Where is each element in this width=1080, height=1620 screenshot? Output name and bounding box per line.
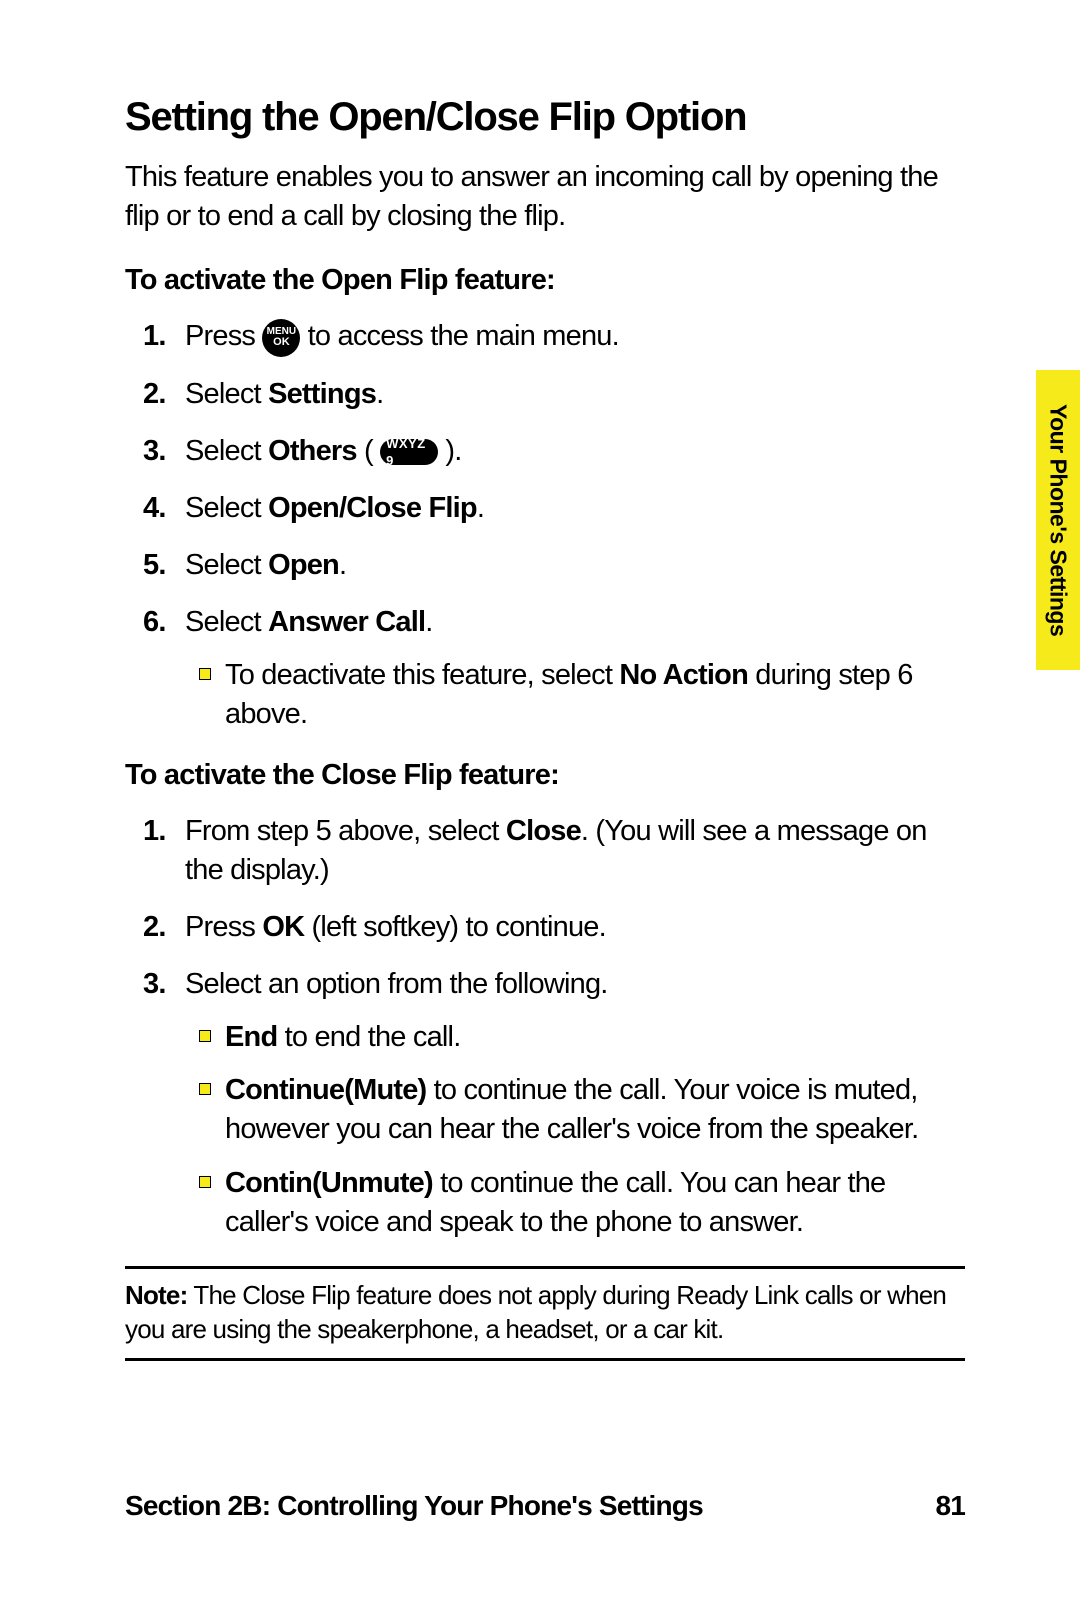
page-footer: Section 2B: Controlling Your Phone's Set… xyxy=(125,1490,965,1522)
step-text: Select xyxy=(185,606,268,638)
step-bold: Open/Close Flip xyxy=(268,492,477,524)
step-text: to access the main menu. xyxy=(300,320,619,352)
section-b-title: To activate the Close Flip feature: xyxy=(125,759,965,792)
section-a-title: To activate the Open Flip feature: xyxy=(125,264,965,297)
step-bold: Answer Call xyxy=(268,606,425,638)
sub-bold: Contin(Unmute) xyxy=(225,1167,433,1199)
step-2: Select Settings. xyxy=(185,375,965,414)
side-tab: Your Phone's Settings xyxy=(1036,370,1080,670)
sub-bold: No Action xyxy=(619,659,748,691)
step-text: . xyxy=(339,549,346,581)
step-bold: OK xyxy=(262,911,304,943)
page-heading: Setting the Open/Close Flip Option xyxy=(125,95,965,140)
step-text: Select xyxy=(185,435,268,467)
step-text: From step 5 above, select xyxy=(185,815,506,847)
step-text: Select xyxy=(185,492,268,524)
footer-page-number: 81 xyxy=(935,1490,965,1522)
section-a-steps: Press MENUOK to access the main menu. Se… xyxy=(125,317,965,734)
step-b3-sublist: End to end the call. Continue(Mute) to c… xyxy=(185,1018,965,1242)
intro-paragraph: This feature enables you to answer an in… xyxy=(125,158,965,236)
step-text: . xyxy=(376,378,383,410)
note-text: The Close Flip feature does not apply du… xyxy=(125,1280,946,1344)
side-tab-label: Your Phone's Settings xyxy=(1045,404,1072,636)
step-1: Press MENUOK to access the main menu. xyxy=(185,317,965,356)
step-text: Select xyxy=(185,378,268,410)
step-4: Select Open/Close Flip. xyxy=(185,489,965,528)
section-b-steps: From step 5 above, select Close. (You wi… xyxy=(125,812,965,1242)
step-text: . xyxy=(425,606,432,638)
step-text: (left softkey) to continue. xyxy=(304,911,606,943)
step-text: . xyxy=(477,492,484,524)
menu-ok-key-icon: MENUOK xyxy=(262,319,300,357)
step-b2: Press OK (left softkey) to continue. xyxy=(185,908,965,947)
sub-bullet: Contin(Unmute) to continue the call. You… xyxy=(225,1164,965,1242)
step-text: ). xyxy=(438,435,461,467)
step-6-sublist: To deactivate this feature, select No Ac… xyxy=(185,656,965,734)
sub-bold: Continue(Mute) xyxy=(225,1074,426,1106)
step-b3: Select an option from the following. End… xyxy=(185,965,965,1242)
sub-text: To deactivate this feature, select xyxy=(225,659,619,691)
wxyz-9-key-icon: WXYZ 9 xyxy=(380,439,438,465)
sub-bullet: Continue(Mute) to continue the call. You… xyxy=(225,1071,965,1149)
step-text: Select an option from the following. xyxy=(185,968,608,1000)
step-b1: From step 5 above, select Close. (You wi… xyxy=(185,812,965,890)
step-bold: Open xyxy=(268,549,339,581)
step-bold: Settings xyxy=(268,378,376,410)
note-block: Note: The Close Flip feature does not ap… xyxy=(125,1266,965,1362)
step-3: Select Others ( WXYZ 9 ). xyxy=(185,432,965,471)
sub-bullet: End to end the call. xyxy=(225,1018,965,1057)
sub-bullet: To deactivate this feature, select No Ac… xyxy=(225,656,965,734)
step-bold: Others xyxy=(268,435,357,467)
sub-bold: End xyxy=(225,1021,277,1053)
step-text: Press xyxy=(185,911,262,943)
sub-text: to end the call. xyxy=(277,1021,460,1053)
step-text: Select xyxy=(185,549,268,581)
step-text: ( xyxy=(357,435,380,467)
step-5: Select Open. xyxy=(185,546,965,585)
footer-section: Section 2B: Controlling Your Phone's Set… xyxy=(125,1490,703,1522)
step-bold: Close xyxy=(506,815,581,847)
note-label: Note: xyxy=(125,1280,187,1310)
step-text: Press xyxy=(185,320,262,352)
page-body: Setting the Open/Close Flip Option This … xyxy=(0,0,1080,1361)
step-6: Select Answer Call. To deactivate this f… xyxy=(185,603,965,734)
